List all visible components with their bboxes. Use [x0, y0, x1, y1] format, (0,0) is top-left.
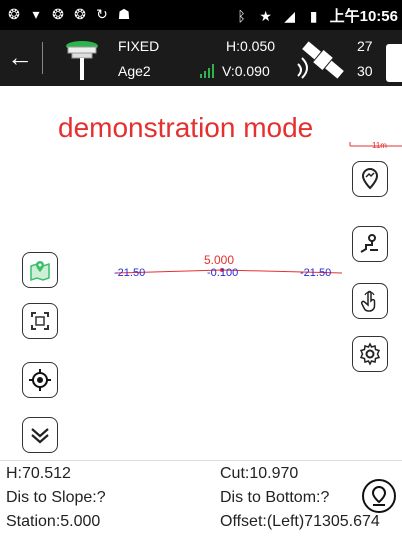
status-time: 上午10:56 — [329, 8, 398, 25]
touch-select-button[interactable] — [352, 283, 388, 319]
station-value: Station:5.000 — [6, 513, 101, 530]
no-signal-icon: ◢ — [284, 7, 296, 24]
point-label-right: -21.50 — [300, 267, 331, 279]
status-left-icons: ❂ ▾ ❂ ❂ ↻ ☗ — [6, 6, 132, 22]
star-icon: ★ — [259, 7, 272, 24]
android-icon: ☗ — [117, 6, 131, 22]
point-label-center: -0.100 — [207, 267, 238, 279]
location-pin-icon — [361, 167, 379, 190]
dis-to-bottom: Dis to Bottom:? — [220, 489, 330, 506]
route-button[interactable] — [352, 226, 388, 262]
map-canvas[interactable]: 5.000 -21.50 -0.100 -21.50 — [0, 86, 402, 456]
satellite-icon[interactable] — [292, 38, 354, 82]
sats-visible: 30 — [357, 63, 373, 79]
header-divider — [42, 42, 43, 74]
cut-value: Cut:10.970 — [220, 465, 299, 482]
route-icon — [360, 234, 378, 253]
settings-button[interactable] — [352, 336, 388, 372]
v-precision: V:0.090 — [222, 63, 270, 79]
layer-map-button[interactable] — [22, 252, 58, 288]
stakeout-info-panel: H:70.512 Cut:10.970 Dis to Slope:? Dis t… — [0, 460, 402, 537]
sats-used: 27 — [357, 38, 373, 54]
status-right-icons: ᛒ ★ ◢ ▮ 上午10:56 — [234, 5, 398, 26]
height-value: H:70.512 — [6, 465, 71, 482]
center-label: 5.000 — [204, 253, 234, 267]
double-chevron-down-icon — [31, 428, 49, 444]
aperture-icon: ❂ — [74, 6, 86, 22]
fullscreen-icon — [31, 312, 49, 330]
full-extent-button[interactable] — [22, 303, 58, 339]
crosshair-icon — [29, 369, 51, 391]
h-precision: H:0.050 — [226, 38, 276, 54]
navigate-point-button[interactable] — [362, 479, 396, 513]
location-pin-icon — [371, 485, 387, 506]
signal-bars-icon — [200, 64, 214, 78]
status-bar: ❂ ▾ ❂ ❂ ↻ ☗ ᛒ ★ ◢ ▮ 上午10:56 — [0, 0, 402, 30]
pointer-hand-icon — [360, 290, 376, 312]
gnss-rover-icon — [66, 41, 98, 80]
collapse-button[interactable] — [22, 417, 58, 453]
battery-icon — [386, 44, 402, 82]
offset-value: Offset:(Left)71305.674 — [220, 513, 380, 530]
stakeout-point-button[interactable] — [352, 161, 388, 197]
sync-icon: ↻ — [96, 6, 108, 22]
gnss-status-header: ← FIXED Age2 H:0.050 V:0.090 27 30 — [0, 30, 402, 86]
bluetooth-icon: ᛒ — [237, 7, 246, 24]
map-pin-icon — [30, 261, 50, 282]
wifi-icon: ▾ — [32, 6, 40, 22]
sim-icon: ▮ — [309, 7, 318, 24]
diff-age: Age2 — [118, 63, 151, 79]
dis-to-slope: Dis to Slope:? — [6, 489, 106, 506]
scale-label: 11m — [372, 141, 387, 150]
solution-status: FIXED — [118, 38, 160, 54]
aperture-icon: ❂ — [8, 6, 20, 22]
point-label-left: -21.50 — [114, 267, 145, 279]
gear-icon — [359, 342, 381, 366]
back-arrow-icon[interactable]: ← — [6, 44, 34, 72]
locate-button[interactable] — [22, 362, 58, 398]
aperture-icon: ❂ — [52, 6, 64, 22]
